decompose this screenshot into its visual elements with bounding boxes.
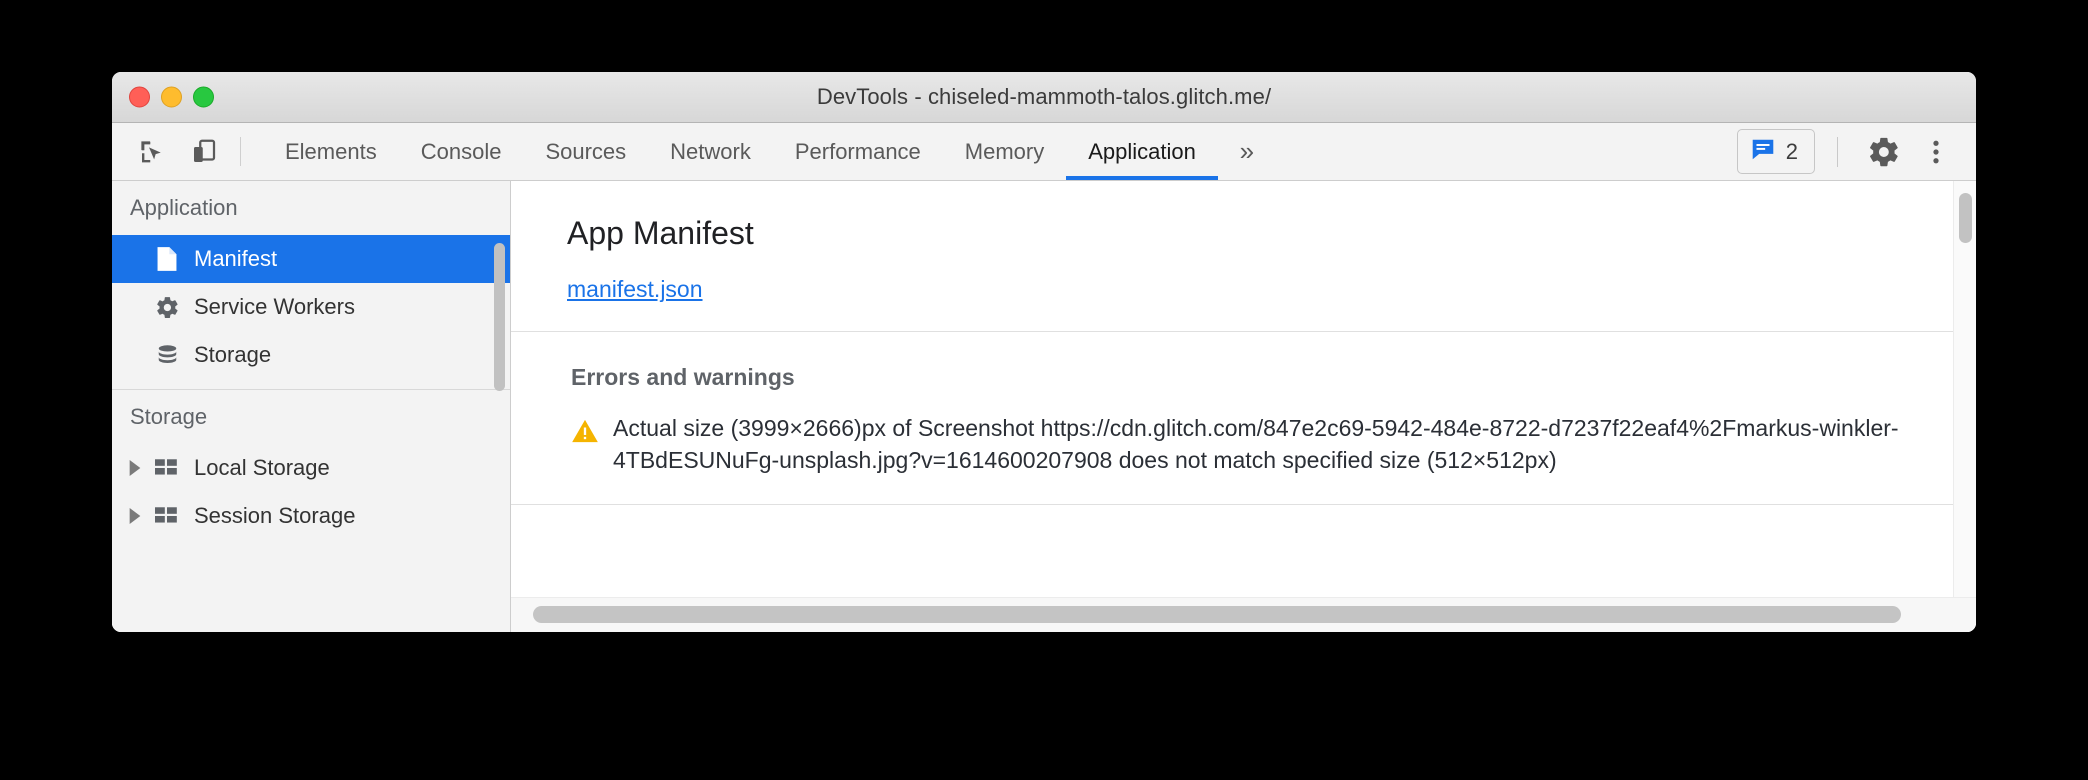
sidebar-item-label: Manifest xyxy=(194,246,278,271)
manifest-panel-content: App Manifest manifest.json Errors and wa… xyxy=(511,181,1954,598)
devtools-body: Application Manifest Service Workers Sto… xyxy=(112,181,1976,632)
tab-label: Application xyxy=(1088,138,1196,164)
sidebar-section-storage-title: Storage xyxy=(130,404,208,429)
console-message-count: 2 xyxy=(1785,138,1798,164)
warning-message: Actual size (3999×2666)px of Screenshot … xyxy=(613,415,1899,473)
tab-elements[interactable]: Elements xyxy=(263,123,399,180)
tab-label: Performance xyxy=(794,138,921,164)
screen: DevTools - chiseled-mammoth-talos.glitch… xyxy=(0,0,2088,780)
panel-tabs: Elements Console Sources Network Perform… xyxy=(263,123,1218,180)
more-vertical-icon[interactable] xyxy=(1912,128,1960,176)
tab-label: Memory xyxy=(964,138,1045,164)
device-toolbar-icon[interactable] xyxy=(178,123,230,180)
tab-application[interactable]: Application xyxy=(1066,123,1218,180)
console-messages-badge[interactable]: 2 xyxy=(1736,129,1815,174)
main-vertical-scrollbar[interactable] xyxy=(1953,181,1976,598)
tab-sources[interactable]: Sources xyxy=(523,123,648,180)
errors-and-warnings-section: Errors and warnings Actual size (3999×26… xyxy=(511,332,1954,506)
tab-label: Elements xyxy=(285,138,377,164)
sidebar-item-manifest[interactable]: Manifest xyxy=(112,235,510,283)
tab-memory[interactable]: Memory xyxy=(943,123,1066,180)
main-horizontal-scrollbar[interactable] xyxy=(511,597,1976,632)
expand-triangle-icon[interactable] xyxy=(124,508,146,524)
warning-triangle-icon xyxy=(571,418,599,449)
message-bubble-icon xyxy=(1750,136,1776,167)
expand-triangle-icon[interactable] xyxy=(124,460,146,476)
window-traffic-lights xyxy=(129,86,214,108)
sidebar-item-label: Service Workers xyxy=(194,294,355,319)
sidebar-item-session-storage[interactable]: Session Storage xyxy=(112,492,510,540)
sidebar-item-label: Local Storage xyxy=(194,455,330,480)
close-window-button[interactable] xyxy=(129,86,150,108)
zoom-window-button[interactable] xyxy=(193,86,214,108)
manifest-json-link[interactable]: manifest.json xyxy=(567,276,703,303)
sidebar-item-label: Storage xyxy=(194,342,272,367)
tab-performance[interactable]: Performance xyxy=(773,123,943,180)
tab-console[interactable]: Console xyxy=(399,123,524,180)
toolbar-divider-right xyxy=(1837,136,1838,167)
tab-label: Sources xyxy=(545,138,627,164)
window-titlebar: DevTools - chiseled-mammoth-talos.glitch… xyxy=(112,72,1976,123)
table-icon xyxy=(152,455,182,481)
devtools-toolbar: Elements Console Sources Network Perform… xyxy=(112,123,1976,181)
inspect-cursor-icon[interactable] xyxy=(126,123,178,180)
more-tabs-chevron-icon[interactable]: » xyxy=(1218,123,1276,180)
toolbar-divider xyxy=(240,137,241,166)
gear-icon xyxy=(152,294,182,320)
sidebar-item-label: Session Storage xyxy=(194,503,356,528)
sidebar-scrollbar-thumb[interactable] xyxy=(494,243,505,391)
tab-network[interactable]: Network xyxy=(648,123,773,180)
database-icon xyxy=(152,342,182,368)
main-vertical-scrollbar-thumb[interactable] xyxy=(1959,193,1972,243)
devtools-window: DevTools - chiseled-mammoth-talos.glitch… xyxy=(112,72,1976,632)
sidebar-section-application-title: Application xyxy=(130,195,238,220)
sidebar-item-service-workers[interactable]: Service Workers xyxy=(112,283,510,331)
manifest-panel: App Manifest manifest.json Errors and wa… xyxy=(511,181,1976,632)
document-icon xyxy=(152,246,182,272)
minimize-window-button[interactable] xyxy=(161,86,182,108)
main-horizontal-scrollbar-thumb[interactable] xyxy=(533,606,1901,623)
warning-row: Actual size (3999×2666)px of Screenshot … xyxy=(567,413,1914,476)
overflow-label: » xyxy=(1239,136,1255,166)
tab-label: Console xyxy=(420,138,502,164)
page-title: App Manifest xyxy=(567,215,754,251)
gear-icon[interactable] xyxy=(1860,128,1908,176)
table-icon xyxy=(152,503,182,529)
application-sidebar: Application Manifest Service Workers Sto… xyxy=(112,181,511,632)
sidebar-item-local-storage[interactable]: Local Storage xyxy=(112,444,510,492)
window-title: DevTools - chiseled-mammoth-talos.glitch… xyxy=(816,84,1272,109)
manifest-header-section: App Manifest manifest.json xyxy=(511,181,1954,332)
toolbar-right-controls: 2 xyxy=(1736,123,1976,180)
tab-label: Network xyxy=(670,138,751,164)
sidebar-item-storage[interactable]: Storage xyxy=(112,331,510,379)
errors-section-title: Errors and warnings xyxy=(571,364,795,390)
